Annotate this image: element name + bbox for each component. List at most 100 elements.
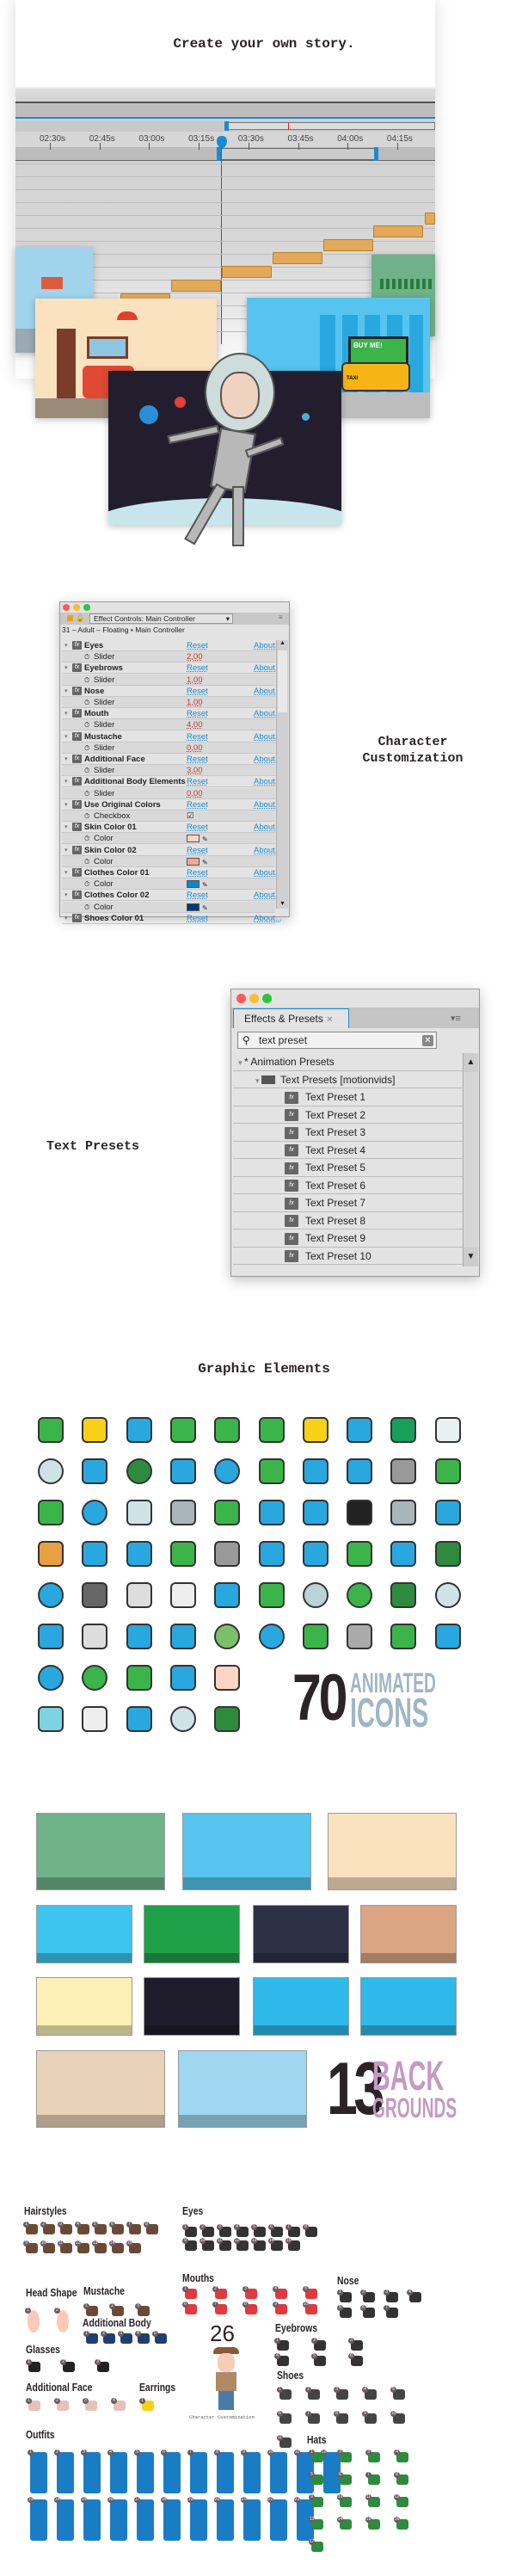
effect-row[interactable]: ▾ fx Clothes Color 02 Reset About... [62, 890, 282, 902]
close-window-button[interactable] [63, 604, 70, 611]
eyes-option[interactable]: 8 [303, 2224, 317, 2237]
effect-row[interactable]: ▾ fx Clothes Color 01 Reset About... [62, 867, 282, 878]
mouths-option[interactable]: 5 [303, 2286, 317, 2299]
outfits-option[interactable]: 16 [107, 2497, 127, 2541]
eyes-option[interactable]: 15 [285, 2238, 300, 2251]
shoes-option[interactable]: 3 [334, 2387, 348, 2400]
glasses-option[interactable]: 1 [26, 2359, 40, 2372]
additional-body-option[interactable]: 1 [83, 2331, 98, 2344]
eyedropper-icon[interactable]: ✎ [202, 857, 208, 868]
effect-controls-tab[interactable]: Effect Controls: Main Controller ▾ [89, 613, 233, 624]
reset-link[interactable]: Reset [187, 708, 208, 719]
eyebrows-option[interactable]: 6 [348, 2353, 363, 2366]
disclosure-triangle-icon[interactable]: ▾ [64, 686, 68, 697]
disclosure-triangle-icon[interactable]: ▾ [64, 913, 68, 924]
chevron-down-icon[interactable]: ▾ [226, 614, 230, 623]
preset-item[interactable]: fx Text Preset 8 [233, 1212, 464, 1229]
color-swatch[interactable] [187, 903, 200, 911]
scrollbar[interactable]: ▲ ▼ [463, 1053, 478, 1266]
reset-link[interactable]: Reset [187, 686, 208, 697]
disclosure-triangle-icon[interactable]: ▾ [64, 776, 68, 787]
layer-duration-bar[interactable] [425, 213, 435, 225]
text-presets-folder[interactable]: ▾ Text Presets [motionvids] [233, 1071, 464, 1088]
disclosure-triangle-icon[interactable]: ▾ [64, 845, 68, 856]
mouths-option[interactable]: 2 [212, 2286, 227, 2299]
background-thumbnail-space[interactable] [144, 1977, 240, 2036]
stopwatch-icon[interactable]: ⏱ [84, 856, 89, 867]
reset-link[interactable]: Reset [187, 913, 208, 924]
outfits-option[interactable]: 5 [134, 2450, 154, 2493]
outfits-option[interactable]: 8 [214, 2450, 234, 2493]
effect-row[interactable]: ▾ fx Eyebrows Reset About... [62, 662, 282, 675]
disclosure-triangle-icon[interactable]: ▾ [64, 731, 68, 743]
stopwatch-icon[interactable]: ⏱ [84, 878, 89, 890]
outfits-option[interactable]: 15 [81, 2497, 101, 2541]
background-thumbnail-halloween-night[interactable] [253, 1905, 349, 1963]
minimize-window-button[interactable] [73, 604, 80, 611]
hats-option[interactable]: 7 [365, 2472, 380, 2485]
color-swatch[interactable] [187, 880, 200, 889]
hairstyles-option[interactable]: 14 [109, 2240, 124, 2253]
preset-item[interactable]: fx Text Preset 3 [233, 1124, 464, 1142]
background-thumbnail-beach[interactable] [36, 1905, 132, 1963]
nose-option[interactable]: 3 [384, 2289, 398, 2302]
nose-option[interactable]: 7 [384, 2305, 398, 2318]
scroll-up-icon[interactable]: ▲ [277, 640, 288, 646]
reset-link[interactable]: Reset [187, 845, 208, 856]
additional-face-option[interactable]: 2 [54, 2398, 69, 2411]
head-shape-option[interactable]: 2 [54, 2308, 69, 2333]
preset-item[interactable]: fx Text Preset 2 [233, 1106, 464, 1124]
scrollbar-thumb[interactable] [278, 650, 287, 712]
hairstyles-option[interactable]: 6 [109, 2222, 124, 2234]
stopwatch-icon[interactable]: ⏱ [84, 675, 89, 686]
close-tab-icon[interactable]: ✕ [326, 1015, 333, 1025]
eyes-option[interactable]: 7 [285, 2224, 300, 2237]
hats-option[interactable]: 6 [337, 2472, 352, 2485]
layer-duration-bar[interactable] [222, 266, 272, 278]
reset-link[interactable]: Reset [187, 640, 208, 651]
lock-icon[interactable]: 🔓 [76, 614, 84, 622]
additional-face-option[interactable]: 1 [26, 2398, 40, 2411]
disclosure-triangle-icon[interactable]: ▾ [64, 708, 68, 719]
background-thumbnail-shop[interactable] [36, 1813, 165, 1890]
nose-option[interactable]: 4 [407, 2289, 421, 2302]
stopwatch-icon[interactable]: ⏱ [84, 651, 89, 662]
hairstyles-option[interactable]: 8 [144, 2222, 158, 2234]
eyes-option[interactable]: 10 [200, 2238, 214, 2251]
effect-row[interactable]: ▾ fx Additional Face Reset About... [62, 754, 282, 765]
layer-duration-bar[interactable] [273, 252, 322, 264]
outfits-option[interactable]: 13 [28, 2497, 47, 2541]
effect-row[interactable]: ▾ fx Skin Color 01 Reset About... [62, 822, 282, 834]
mouths-option[interactable]: 7 [212, 2302, 227, 2314]
panel-menu-icon[interactable]: ▾≡ [451, 1013, 461, 1024]
eyedropper-icon[interactable]: ✎ [202, 879, 208, 891]
parameter-value[interactable]: 0,00 [187, 743, 203, 754]
stopwatch-icon[interactable]: ⏱ [84, 765, 89, 776]
background-thumbnail-bank-vault[interactable] [36, 1977, 132, 2036]
hats-option[interactable]: 12 [394, 2494, 408, 2507]
hats-option[interactable]: 17 [309, 2539, 323, 2552]
glasses-option[interactable]: 3 [95, 2359, 109, 2372]
additional-body-option[interactable]: 4 [135, 2331, 150, 2344]
outfits-option[interactable]: 3 [81, 2450, 101, 2493]
mouths-option[interactable]: 9 [273, 2302, 287, 2314]
background-thumbnail-mountains[interactable] [253, 1977, 349, 2036]
eyes-option[interactable]: 4 [234, 2224, 249, 2237]
work-area-bar[interactable] [15, 147, 435, 161]
outfits-option[interactable]: 4 [107, 2450, 127, 2493]
outfits-option[interactable]: 19 [187, 2497, 207, 2541]
timeline-navigator[interactable] [15, 121, 435, 132]
hats-option[interactable]: 13 [309, 2517, 323, 2530]
mustache-option[interactable]: 3 [135, 2303, 150, 2316]
background-thumbnail-boutique[interactable] [144, 1905, 240, 1963]
stopwatch-icon[interactable]: ⏱ [84, 788, 89, 799]
outfits-option[interactable]: 20 [214, 2497, 234, 2541]
hairstyles-option[interactable]: 4 [75, 2222, 89, 2234]
outfits-option[interactable]: 21 [241, 2497, 261, 2541]
hairstyles-option[interactable]: 2 [40, 2222, 55, 2234]
eyedropper-icon[interactable]: ✎ [202, 834, 208, 845]
parameter-row[interactable]: ⏱ Color ✎ [62, 878, 275, 891]
eyes-option[interactable]: 1 [182, 2224, 197, 2237]
search-input[interactable]: ⚲ text preset ✕ [237, 1032, 437, 1049]
shoes-option[interactable]: 8 [334, 2411, 348, 2424]
